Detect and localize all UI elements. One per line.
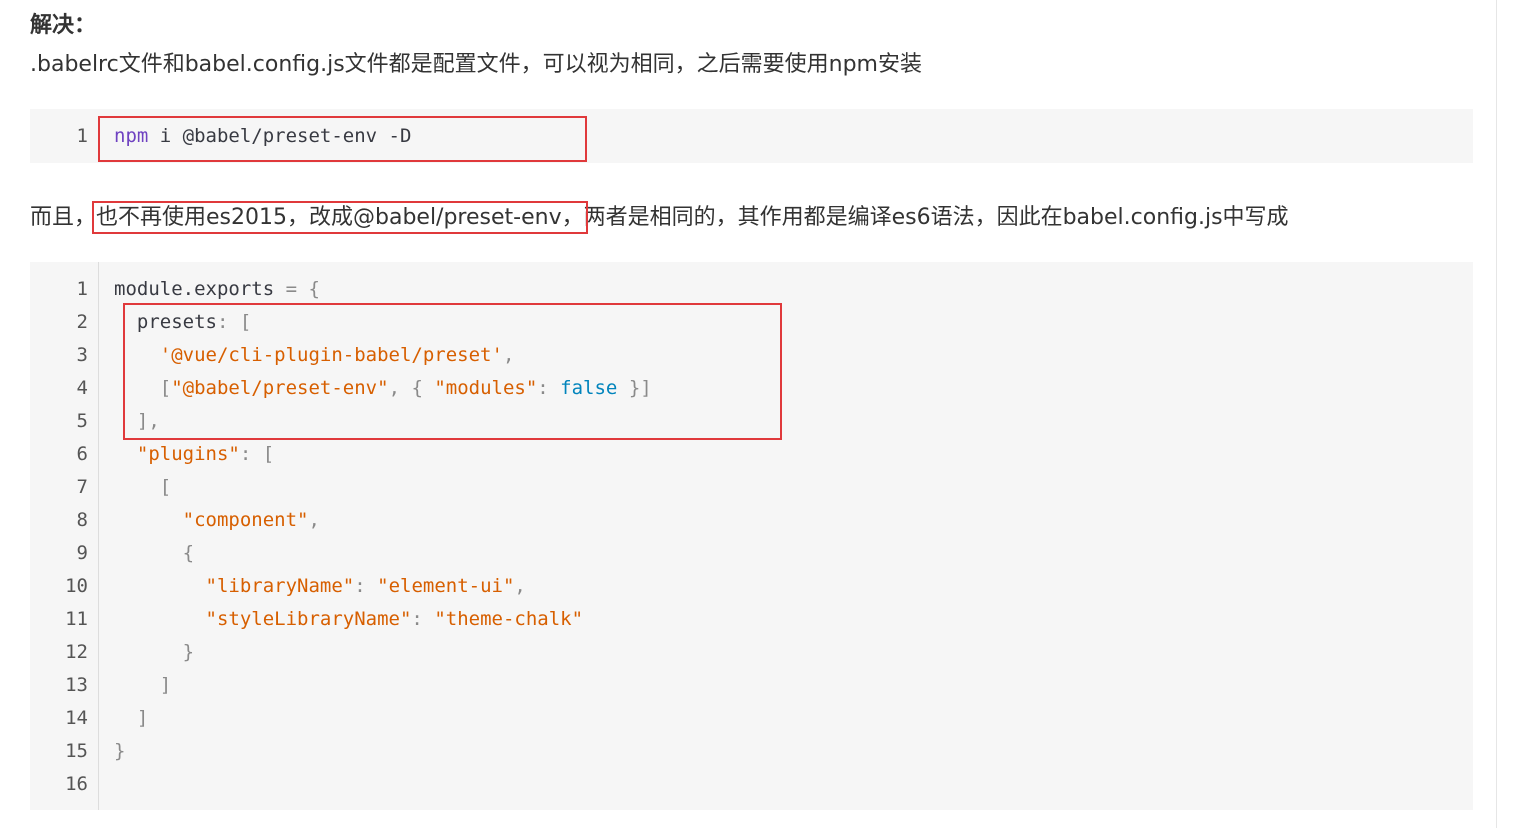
code-line: [ xyxy=(114,471,171,504)
code-line: { xyxy=(114,537,194,570)
code-token-bracket: ] xyxy=(136,707,149,729)
code-token-npm: npm xyxy=(114,125,149,147)
line-number: 13 xyxy=(65,674,88,696)
code-token-colon: : xyxy=(354,575,378,597)
line-number: 6 xyxy=(76,443,88,465)
code-token-colon: : xyxy=(239,443,263,465)
line-number: 15 xyxy=(65,740,88,762)
line-number: 14 xyxy=(65,707,88,729)
code-token-string: "element-ui" xyxy=(377,575,515,597)
code-token-string: "theme-chalk" xyxy=(434,608,584,630)
line-number: 9 xyxy=(76,542,88,564)
paragraph-install-note: .babelrc文件和babel.config.js文件都是配置文件，可以视为相… xyxy=(30,52,922,77)
code-line: "plugins": [ xyxy=(114,438,274,471)
line-number: 4 xyxy=(76,377,88,399)
code-line: "component", xyxy=(114,504,320,537)
code-token-string: '@vue/cli-plugin-babel/preset' xyxy=(159,344,503,366)
code-line: module.exports = { xyxy=(114,273,320,306)
code-token-brace: { xyxy=(308,278,320,300)
code-token-colon: : xyxy=(411,608,435,630)
code-token-presets: presets xyxy=(136,311,217,333)
code-token-string: "styleLibraryName" xyxy=(205,608,412,630)
code-block-install: 1 npm i @babel/preset-env -D xyxy=(30,109,1473,163)
line-number: 10 xyxy=(65,575,88,597)
line-number: 11 xyxy=(65,608,88,630)
code-line-install-command: npm i @babel/preset-env -D xyxy=(114,120,411,153)
code-line: '@vue/cli-plugin-babel/preset', xyxy=(114,339,515,372)
heading-solution: 解决： xyxy=(30,13,97,38)
code-token-brace: } xyxy=(182,641,195,663)
line-number: 2 xyxy=(76,311,88,333)
line-number: 1 xyxy=(76,125,88,147)
code-line: ] xyxy=(114,669,171,702)
code-line: ] xyxy=(114,702,148,735)
code-token-punc: }] xyxy=(617,377,652,399)
code-line: "styleLibraryName": "theme-chalk" xyxy=(114,603,584,636)
code-token-brace: { xyxy=(182,542,195,564)
code-token-boolean: false xyxy=(560,377,618,399)
code-token-args: i @babel/preset-env -D xyxy=(148,125,412,147)
line-number-gutter: 1 xyxy=(30,109,98,163)
code-token-string: "libraryName" xyxy=(205,575,355,597)
code-line: ], xyxy=(114,405,160,438)
code-token-assign: = xyxy=(274,278,309,300)
code-token-bracket: ] xyxy=(159,674,172,696)
line-number: 3 xyxy=(76,344,88,366)
paragraph-preset-note-after: 两者是相同的，其作用都是编译es6语法，因此在babel.config.js中写… xyxy=(583,205,1289,230)
paragraph-preset-note-before: 而且， xyxy=(30,205,97,230)
code-token-bracket: [ xyxy=(159,476,172,498)
code-token-comma: , xyxy=(308,509,320,531)
page-right-edge xyxy=(1496,0,1514,828)
code-token-bracket: [ xyxy=(262,443,275,465)
code-block-babel-config: 1 2 3 4 5 6 7 8 9 10 11 12 13 14 15 16 m… xyxy=(30,262,1473,810)
line-number: 7 xyxy=(76,476,88,498)
code-token-comma: , xyxy=(514,575,526,597)
code-token-brace: } xyxy=(114,740,126,762)
code-token-string: "@babel/preset-env" xyxy=(171,377,389,399)
code-token-bracket: ], xyxy=(136,410,160,432)
line-number: 1 xyxy=(76,278,88,300)
code-token-module-exports: module.exports xyxy=(114,278,275,300)
code-token-bracket: [ xyxy=(159,377,172,399)
code-token-punc: , { xyxy=(388,377,435,399)
code-line: } xyxy=(114,735,125,768)
code-token-comma: , xyxy=(502,344,515,366)
line-number: 8 xyxy=(76,509,88,531)
code-line: ["@babel/preset-env", { "modules": false… xyxy=(114,372,652,405)
line-number: 12 xyxy=(65,641,88,663)
line-number: 5 xyxy=(76,410,88,432)
code-token-string: "plugins" xyxy=(136,443,240,465)
paragraph-preset-note: 而且，也不再使用es2015，改成@babel/preset-env，两者是相同… xyxy=(30,201,1289,234)
line-number-gutter: 1 2 3 4 5 6 7 8 9 10 11 12 13 14 15 16 xyxy=(30,262,99,810)
code-token-bracket: [ xyxy=(239,311,252,333)
code-token-string: "modules" xyxy=(434,377,538,399)
code-token-colon: : xyxy=(537,377,561,399)
code-line: "libraryName": "element-ui", xyxy=(114,570,526,603)
code-token-string: "component" xyxy=(182,509,309,531)
code-line: presets: [ xyxy=(114,306,251,339)
code-line: } xyxy=(114,636,194,669)
line-number: 16 xyxy=(65,773,88,795)
highlight-box-preset-text: 也不再使用es2015，改成@babel/preset-env， xyxy=(92,201,588,234)
code-token-colon: : xyxy=(216,311,240,333)
